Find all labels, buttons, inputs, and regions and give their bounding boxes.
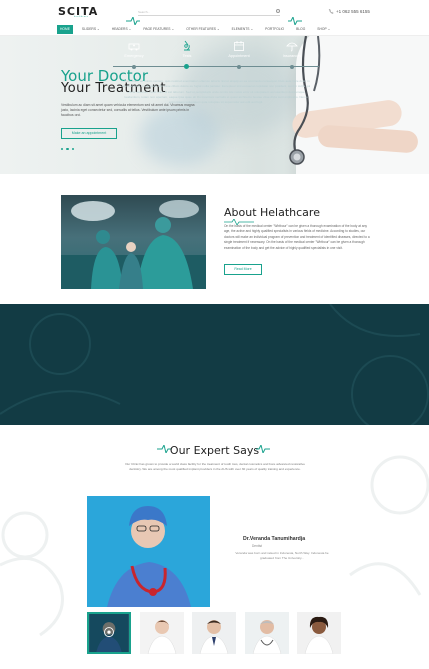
service-tests[interactable]: Tests bbox=[167, 40, 207, 58]
expert-name: Dr.Veranda Tanumihardja bbox=[243, 536, 306, 542]
surgery-photo bbox=[61, 195, 206, 289]
services-section bbox=[0, 304, 429, 425]
phone-contact: +1 062 555 6155 bbox=[328, 9, 370, 14]
expert-photo bbox=[87, 496, 210, 607]
expert-thumbnail[interactable] bbox=[245, 612, 289, 654]
expert-thumbnail-active[interactable] bbox=[87, 612, 131, 654]
microscope-icon bbox=[184, 40, 190, 51]
slider-dot[interactable] bbox=[71, 148, 75, 151]
slider-dots bbox=[61, 148, 75, 151]
doctor-thumbnail bbox=[89, 614, 129, 652]
heartbeat-icon bbox=[288, 17, 302, 25]
doctor-thumbnail bbox=[245, 612, 289, 654]
service-appointment[interactable]: Appointment bbox=[219, 40, 259, 58]
expert-thumbnail[interactable] bbox=[297, 612, 341, 654]
doctor-thumbnail bbox=[297, 612, 341, 654]
service-insurances[interactable]: Insurances bbox=[272, 40, 312, 58]
services-title: Special High-quality Services bbox=[141, 16, 288, 27]
heartbeat-icon bbox=[256, 445, 270, 453]
service-emergency[interactable]: Emergency bbox=[114, 40, 154, 58]
phone-number[interactable]: +1 062 555 6155 bbox=[336, 9, 370, 14]
expert-title: Our Expert Says bbox=[169, 444, 260, 457]
timeline-dot-active[interactable] bbox=[184, 64, 189, 69]
search-input[interactable]: Search... bbox=[138, 9, 280, 16]
expert-bio: Veranda was born and raised in Indonesia… bbox=[235, 551, 329, 561]
slider-dot[interactable] bbox=[61, 148, 64, 151]
umbrella-icon bbox=[286, 42, 298, 52]
expert-thumbnail[interactable] bbox=[192, 612, 236, 654]
surgery-illustration bbox=[61, 200, 206, 289]
service-label: Insurances bbox=[282, 54, 302, 58]
about-description: On the basis of the medical center "Wirt… bbox=[224, 224, 370, 250]
doctor-portrait bbox=[87, 496, 210, 607]
expert-intro: Our Clinic has grown to provide a world … bbox=[125, 462, 305, 472]
make-appointment-button[interactable]: Make an appointment bbox=[61, 128, 117, 139]
slider-dot[interactable] bbox=[66, 148, 69, 151]
read-more-button[interactable]: Read More bbox=[224, 264, 262, 275]
expert-thumbnail[interactable] bbox=[140, 612, 184, 654]
timeline-dot[interactable] bbox=[290, 64, 294, 69]
service-label: Emergency bbox=[124, 54, 144, 58]
search-icon[interactable] bbox=[276, 9, 280, 13]
phone-icon bbox=[328, 9, 334, 14]
about-title: About Helathcare bbox=[224, 206, 320, 219]
doctor-thumbnail bbox=[192, 612, 236, 654]
services-timeline bbox=[113, 66, 319, 67]
search-placeholder: Search... bbox=[138, 10, 151, 14]
background-pattern bbox=[0, 304, 429, 425]
services-description: Ut leo enim, ad minim veniam, quis nostr… bbox=[121, 79, 311, 105]
ambulance-icon bbox=[128, 43, 140, 51]
calendar-icon bbox=[234, 41, 244, 51]
doctor-thumbnail bbox=[140, 612, 184, 654]
timeline-dot[interactable] bbox=[237, 64, 241, 69]
service-label: Tests bbox=[182, 54, 192, 58]
timeline-dot[interactable] bbox=[132, 64, 136, 69]
service-label: Appointment bbox=[228, 54, 250, 58]
expert-role: Dentist bbox=[252, 544, 262, 548]
